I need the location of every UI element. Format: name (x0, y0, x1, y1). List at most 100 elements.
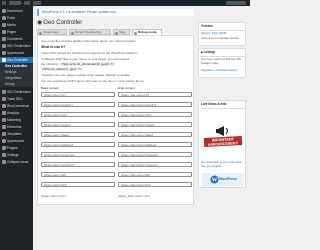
menu-comments[interactable]: Comments (0, 36, 33, 42)
menu-dashboard[interactable]: Dashboard (0, 8, 33, 14)
intro-text: Geo controller provides detailed informa… (41, 39, 137, 43)
shortcode-input[interactable]: [cfgeo return='region'] (41, 122, 115, 127)
sidebar-version-heading: Version (201, 24, 213, 28)
hide-shortcode-input[interactable]: [cfgeo_hide return='timezone'] (118, 152, 192, 157)
sidebar-lookup-link[interactable]: Upgrade to unlimited lookups (201, 69, 245, 73)
shortcode-input[interactable]: [cfgeo return='address'] (41, 142, 115, 147)
footer-right: [cfgeo_hide return='zip'] (118, 194, 150, 198)
submenu-debug[interactable]: Debug (0, 81, 33, 87)
sidebar-lookup-box: 🔒︎ Lookup You have used 2 of 300 free AP… (198, 48, 246, 78)
shortcode-input[interactable]: [cfgeo return='lng'] (41, 182, 115, 187)
wordpress-logo-icon: W (210, 175, 219, 184)
hide-shortcode-input[interactable]: [cfgeo_hide return='lng'] (118, 182, 192, 187)
divider (201, 30, 245, 31)
menu-seo-redirection[interactable]: SEO Redirection (0, 43, 33, 49)
location-pin-icon: ◉ (37, 20, 43, 26)
paragraph-5: You can read these PHP helpers with ease… (41, 79, 145, 83)
admin-menu: Dashboard Posts Media Pages Comments SEO… (0, 6, 33, 250)
menu-posts[interactable]: Posts (0, 15, 33, 21)
menu-templates[interactable]: Templates (0, 131, 33, 137)
menu-woocommerce[interactable]: WooCommerce (0, 103, 33, 109)
hide-shortcode-input[interactable]: [cfgeo_hide return='country'] (118, 102, 192, 107)
shortcode-input[interactable]: [cfgeo return='city'] (41, 112, 115, 117)
divider (201, 56, 245, 57)
plugins-icon (2, 146, 6, 150)
megaphone-icon (216, 126, 228, 136)
column-header-hide: Hide content (118, 86, 135, 90)
menu-settings[interactable]: Settings (0, 152, 33, 158)
divider (201, 108, 245, 109)
sidebar-version-text: Current Geo Controller version. (201, 37, 240, 40)
sidebar-news-heading: Live News & Info (201, 102, 227, 106)
paragraph-4: Important: the Geo data is cached when l… (41, 73, 131, 77)
woocommerce-icon (2, 104, 6, 108)
admin-bar-site-link[interactable] (9, 1, 21, 5)
sidebar-lookup-heading: 🔒︎ Lookup (201, 50, 216, 54)
admin-bar-account[interactable] (226, 1, 246, 5)
hide-shortcode-input[interactable]: [cfgeo_hide return='ip'] (118, 92, 192, 97)
paragraph-3b: <?php do_action('cf_geo'); ?> (41, 67, 192, 71)
announcement-ribbon: IMPORTANT ANNOUNCEMENT! (203, 136, 243, 147)
menu-elementor[interactable]: Elementor (0, 124, 33, 130)
menu-plugins[interactable]: Plugins (0, 145, 33, 151)
collapse-icon (2, 160, 6, 164)
section-heading: What to use it? (41, 45, 66, 49)
code-snippet-1: <?php echo do_shortcode('[cf_geo]'); ?> (59, 62, 116, 66)
yoast-icon (2, 97, 6, 101)
posts-icon (2, 16, 6, 20)
shortcode-input[interactable]: [cfgeo return='lat'] (41, 172, 115, 177)
footer-left: [cfgeo return='zip'] (41, 194, 66, 198)
menu-yoast-seo[interactable]: Yoast SEO (0, 96, 33, 102)
paragraph-1: These PHP strings are standard and attac… (41, 51, 139, 55)
templates-icon (2, 132, 6, 136)
sidebar-version-number: Version: 8.0.0 (PHP) (201, 32, 227, 35)
column-header-basic: Basic content (41, 86, 60, 90)
hide-shortcode-input[interactable]: [cfgeo_hide return='state'] (118, 132, 192, 137)
wordpress-logo-banner[interactable]: W WordPress (202, 173, 244, 186)
settings-icon (2, 153, 6, 157)
media-icon (2, 23, 6, 27)
update-notice: WordPress 6.3.1 is available! Please upd… (37, 9, 194, 16)
analytics-icon (2, 111, 6, 115)
hide-shortcode-input[interactable]: [cfgeo_hide return='currency'] (118, 162, 192, 167)
paragraph-2: In different PHP files in your theme or … (41, 57, 130, 61)
page-title: ◉Geo Controller (37, 19, 82, 27)
menu-seo-redirection-2[interactable]: SEO Redirection (0, 89, 33, 95)
pages-icon (2, 30, 6, 34)
shortcode-input[interactable]: [cfgeo return='currency'] (41, 162, 115, 167)
elementor-icon (2, 125, 6, 129)
admin-bar-comments[interactable] (24, 1, 30, 5)
wordpress-logo-text: WordPress (219, 177, 237, 181)
hide-shortcode-input[interactable]: [cfgeo_hide return='lat'] (118, 172, 192, 177)
sidebar-version-box: Version Version: 8.0.0 (PHP) Current Geo… (198, 22, 246, 46)
menu-collapse[interactable]: Collapse menu (0, 159, 33, 165)
sidebar-news-text[interactable]: Geo Controller is one of the best free g… (201, 161, 245, 168)
paragraph-3: the following: <?php echo do_shortcode('… (41, 62, 116, 66)
sidebar-lookup-text: You have used 2 of 300 free API lookups … (201, 58, 242, 65)
menu-media[interactable]: Media (0, 22, 33, 28)
menu-appearance[interactable]: Appearance (0, 50, 33, 56)
menu-marketing[interactable]: Marketing (0, 117, 33, 123)
lock-icon: 🔒︎ (201, 50, 203, 54)
hide-shortcode-input[interactable]: [cfgeo_hide return='region'] (118, 122, 192, 127)
admin-bar (0, 0, 250, 6)
code-snippet-2: <?php do_action('cf_geo'); ?> (41, 67, 83, 71)
shortcode-input[interactable]: [cfgeo return='ip'] (41, 92, 115, 97)
admin-bar-new[interactable] (33, 1, 41, 5)
hide-shortcode-input[interactable]: [cfgeo_hide return='city'] (118, 112, 192, 117)
svg-text:W: W (212, 178, 218, 184)
shortcode-input[interactable]: [cfgeo return='state'] (41, 132, 115, 137)
shortcode-input[interactable]: [cfgeo return='country'] (41, 102, 115, 107)
announcement-line-2: ANNOUNCEMENT! (207, 140, 239, 147)
sidebar-news-box: Live News & Info IMPORTANT ANNOUNCEMENT!… (198, 100, 246, 188)
main-content-panel: Geo controller provides detailed informa… (37, 35, 194, 205)
location-pin-icon (2, 58, 6, 62)
wordpress-logo-icon[interactable] (2, 1, 6, 5)
hide-shortcode-input[interactable]: [cfgeo_hide return='address'] (118, 142, 192, 147)
update-notice-text[interactable]: WordPress 6.3.1 is available! Please upd… (42, 10, 116, 15)
menu-analytics[interactable]: Analytics (0, 110, 33, 116)
shortcode-input[interactable]: [cfgeo return='timezone'] (41, 152, 115, 157)
menu-pages[interactable]: Pages (0, 29, 33, 35)
announcement-banner[interactable]: IMPORTANT ANNOUNCEMENT! (203, 124, 243, 158)
menu-appearance-2[interactable]: Appearance (0, 138, 33, 144)
